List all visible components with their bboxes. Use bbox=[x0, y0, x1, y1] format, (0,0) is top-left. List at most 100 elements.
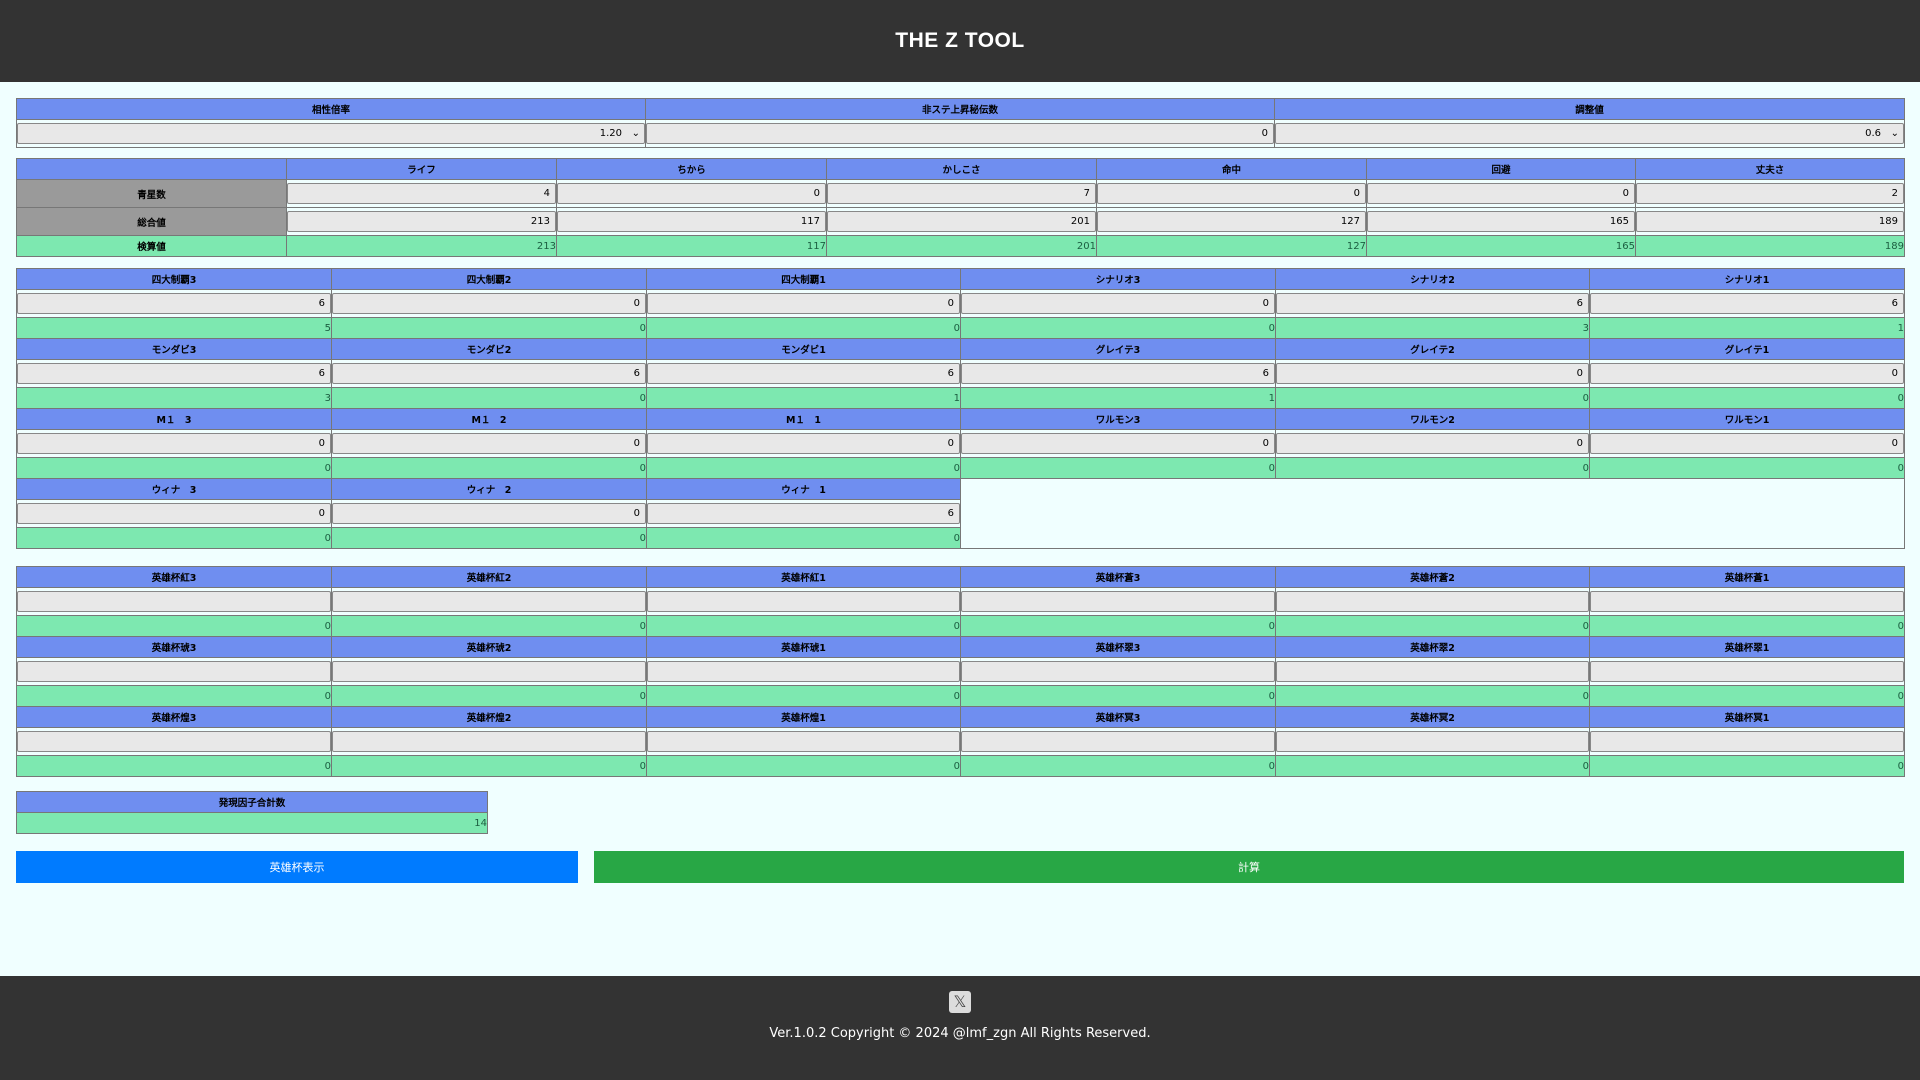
factor-input[interactable]: 0 bbox=[647, 293, 960, 314]
affinity-rate-select[interactable]: 1.20 ⌄ bbox=[17, 123, 645, 144]
blue-star-life-input[interactable]: 4 bbox=[287, 183, 556, 204]
hero-cup-input[interactable] bbox=[1276, 591, 1589, 612]
total-defense-input[interactable]: 189 bbox=[1636, 211, 1904, 232]
hero-cup-input[interactable] bbox=[1276, 731, 1589, 752]
blue-star-wisdom-input[interactable]: 7 bbox=[827, 183, 1096, 204]
x-logo-icon[interactable]: 𝕏 bbox=[949, 991, 971, 1013]
total-life-input[interactable]: 213 bbox=[287, 211, 556, 232]
calculate-button[interactable]: 計算 bbox=[594, 851, 1904, 883]
hero-cup-input[interactable] bbox=[1590, 731, 1904, 752]
hero-cup-input[interactable] bbox=[17, 591, 331, 612]
hero-cup-header: 英雄杯煌1 bbox=[646, 706, 961, 728]
chevron-down-icon: ⌄ bbox=[631, 128, 640, 139]
total-wisdom-input[interactable]: 201 bbox=[827, 211, 1096, 232]
factor-input[interactable]: 0 bbox=[332, 503, 646, 524]
hero-cup-header: 英雄杯琥3 bbox=[16, 636, 332, 658]
factor-header: ワルモン3 bbox=[960, 408, 1276, 430]
hero-cup-result: 0 bbox=[960, 685, 1276, 707]
factor-input[interactable]: 6 bbox=[332, 363, 646, 384]
factor-header: グレイテ2 bbox=[1275, 338, 1590, 360]
hero-cup-input[interactable] bbox=[17, 661, 331, 682]
factor-input[interactable]: 6 bbox=[1276, 293, 1589, 314]
total-evasion-input[interactable]: 165 bbox=[1367, 211, 1635, 232]
factor-result: 0 bbox=[646, 317, 961, 339]
hero-cup-input[interactable] bbox=[961, 731, 1275, 752]
factor-input[interactable]: 6 bbox=[17, 363, 331, 384]
factor-input[interactable]: 0 bbox=[961, 293, 1275, 314]
hero-cup-input[interactable] bbox=[961, 661, 1275, 682]
factor-header: シナリオ3 bbox=[960, 268, 1276, 290]
hero-cup-input[interactable] bbox=[332, 731, 646, 752]
factor-input[interactable]: 0 bbox=[17, 433, 331, 454]
factor-input[interactable]: 6 bbox=[961, 363, 1275, 384]
stat-header-evasion: 回避 bbox=[1366, 158, 1636, 180]
factor-input[interactable]: 0 bbox=[1276, 363, 1589, 384]
factor-input[interactable]: 0 bbox=[332, 293, 646, 314]
factor-input[interactable]: 6 bbox=[1590, 293, 1904, 314]
hero-cup-input[interactable] bbox=[332, 591, 646, 612]
hero-cup-input[interactable] bbox=[647, 661, 960, 682]
factor-input[interactable]: 6 bbox=[17, 293, 331, 314]
blue-star-label: 青星数 bbox=[16, 179, 287, 208]
factor-header: M１ 2 bbox=[331, 408, 647, 430]
total-accuracy-input[interactable]: 127 bbox=[1097, 211, 1366, 232]
factors-table: 四大制覇3 四大制覇2 四大制覇1 シナリオ3 シナリオ2 シナリオ1 6 0 … bbox=[16, 268, 1905, 549]
hero-cup-input[interactable] bbox=[1590, 591, 1904, 612]
factors-empty-area bbox=[960, 478, 1905, 549]
hero-cup-header: 英雄杯翠3 bbox=[960, 636, 1276, 658]
factor-result: 5 bbox=[16, 317, 332, 339]
factor-header: ワルモン2 bbox=[1275, 408, 1590, 430]
blue-star-accuracy-input[interactable]: 0 bbox=[1097, 183, 1366, 204]
stat-header-defense: 丈夫さ bbox=[1635, 158, 1905, 180]
factor-input[interactable]: 0 bbox=[332, 433, 646, 454]
hero-cup-result: 0 bbox=[331, 685, 647, 707]
factor-header: M１ 3 bbox=[16, 408, 332, 430]
hero-cup-result: 0 bbox=[16, 685, 332, 707]
hero-cup-input[interactable] bbox=[1276, 661, 1589, 682]
check-value-cell: 165 bbox=[1366, 235, 1636, 257]
total-power-input[interactable]: 117 bbox=[557, 211, 826, 232]
factor-result: 3 bbox=[16, 387, 332, 409]
factor-input[interactable]: 0 bbox=[1590, 363, 1904, 384]
stat-header-life: ライフ bbox=[286, 158, 557, 180]
hero-cup-input[interactable] bbox=[647, 731, 960, 752]
hero-cup-input[interactable] bbox=[332, 661, 646, 682]
blue-star-defense-input[interactable]: 2 bbox=[1636, 183, 1904, 204]
hero-cup-header: 英雄杯煌2 bbox=[331, 706, 647, 728]
factor-input[interactable]: 0 bbox=[961, 433, 1275, 454]
factor-result: 0 bbox=[1589, 457, 1905, 479]
factor-input[interactable]: 0 bbox=[17, 503, 331, 524]
total-factors-value: 14 bbox=[16, 812, 488, 834]
hero-cup-input[interactable] bbox=[647, 591, 960, 612]
stat-header-power: ちから bbox=[556, 158, 827, 180]
factor-result: 0 bbox=[331, 387, 647, 409]
total-value-label: 総合値 bbox=[16, 207, 287, 236]
factor-input[interactable]: 6 bbox=[647, 363, 960, 384]
hero-cup-header: 英雄杯蒼2 bbox=[1275, 566, 1590, 588]
settings-table: 相性倍率 非ステ上昇秘伝数 調整値 1.20 ⌄ 0 0.6 ⌄ bbox=[16, 98, 1905, 148]
factor-result: 0 bbox=[646, 527, 961, 549]
secret-count-input[interactable]: 0 bbox=[646, 123, 1274, 144]
hero-cup-input[interactable] bbox=[1590, 661, 1904, 682]
factor-input[interactable]: 0 bbox=[1276, 433, 1589, 454]
hero-cup-header: 英雄杯冥2 bbox=[1275, 706, 1590, 728]
factor-input[interactable]: 6 bbox=[647, 503, 960, 524]
hero-cup-header: 英雄杯紅3 bbox=[16, 566, 332, 588]
show-hero-cup-button[interactable]: 英雄杯表示 bbox=[16, 851, 578, 883]
hero-cup-input[interactable] bbox=[961, 591, 1275, 612]
hero-cup-input[interactable] bbox=[17, 731, 331, 752]
blue-star-evasion-input[interactable]: 0 bbox=[1367, 183, 1635, 204]
blue-star-power-input[interactable]: 0 bbox=[557, 183, 826, 204]
adjust-value-select[interactable]: 0.6 ⌄ bbox=[1275, 123, 1904, 144]
secret-count-header: 非ステ上昇秘伝数 bbox=[645, 98, 1275, 120]
total-factors-label: 発現因子合計数 bbox=[16, 791, 488, 813]
factor-result: 0 bbox=[1275, 457, 1590, 479]
factor-result: 1 bbox=[1589, 317, 1905, 339]
factor-input[interactable]: 0 bbox=[1590, 433, 1904, 454]
hero-cup-result: 0 bbox=[1589, 685, 1905, 707]
factor-header: モンダビ3 bbox=[16, 338, 332, 360]
factor-header: ウィナ 3 bbox=[16, 478, 332, 500]
factor-input[interactable]: 0 bbox=[647, 433, 960, 454]
hero-cup-header: 英雄杯翠2 bbox=[1275, 636, 1590, 658]
total-factors-table: 発現因子合計数 14 bbox=[16, 791, 488, 834]
